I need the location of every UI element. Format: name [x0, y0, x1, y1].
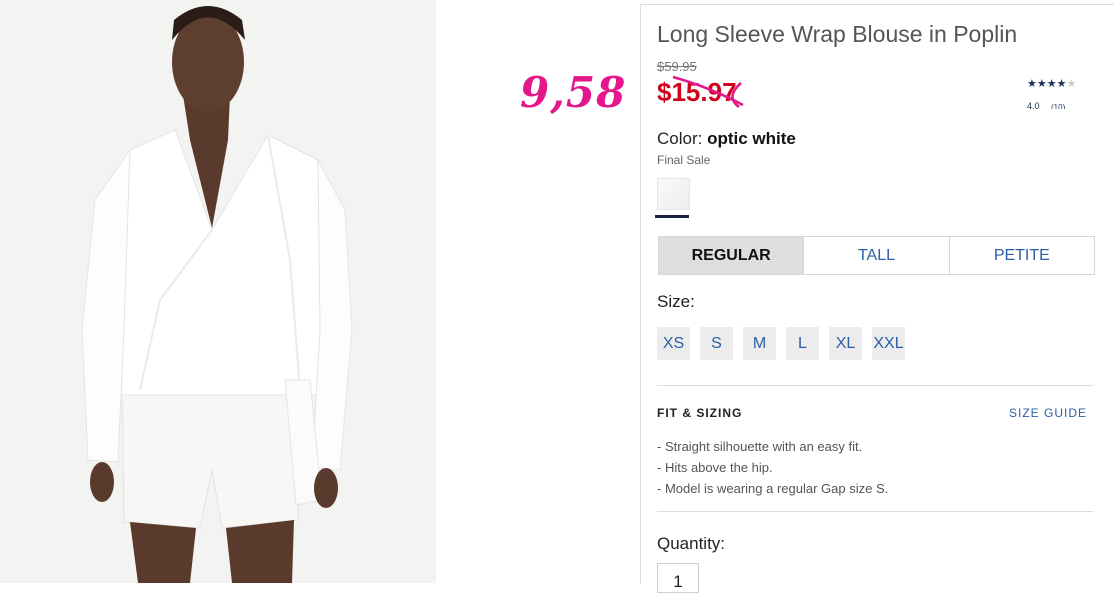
fit-sizing-heading: FIT & SIZING: [657, 406, 743, 420]
product-rating[interactable]: ★★★★★ 4.0 (10): [1027, 77, 1097, 111]
product-title: Long Sleeve Wrap Blouse in Poplin: [657, 21, 1018, 47]
fit-tab-tall[interactable]: TALL: [803, 237, 948, 274]
size-button-xxl[interactable]: XXL: [872, 327, 905, 360]
selected-swatch-indicator: [655, 215, 689, 218]
color-label: Color:: [657, 129, 703, 148]
color-value: optic white: [707, 129, 796, 148]
color-selection-label: Color: optic white: [657, 129, 796, 149]
fit-tab-regular[interactable]: REGULAR: [659, 237, 804, 274]
list-item: Straight silhouette with an easy fit.: [657, 436, 888, 457]
size-button-s[interactable]: S: [700, 327, 733, 360]
size-button-xl[interactable]: XL: [829, 327, 862, 360]
rating-value: 4.0: [1027, 101, 1040, 111]
size-guide-link[interactable]: SIZE GUIDE: [1009, 406, 1087, 420]
pink-strikethrough-mark: [672, 75, 744, 109]
final-sale-note: Final Sale: [657, 153, 711, 167]
size-button-m[interactable]: M: [743, 327, 776, 360]
divider: [657, 385, 1093, 386]
fit-tab-petite[interactable]: PETITE: [948, 237, 1094, 274]
size-button-xs[interactable]: XS: [657, 327, 690, 360]
size-button-l[interactable]: L: [786, 327, 819, 360]
handwritten-price-annotation: 9,58: [520, 68, 627, 117]
quantity-label: Quantity:: [657, 534, 726, 553]
list-item: Model is wearing a regular Gap size S.: [657, 478, 888, 499]
model-photo-illustration: [0, 0, 436, 583]
rating-stars-icon: ★★★★★: [1027, 78, 1077, 90]
fit-type-selector: REGULAR TALL PETITE: [658, 236, 1095, 275]
fit-details-list: Straight silhouette with an easy fit. Hi…: [657, 436, 888, 499]
divider: [657, 511, 1093, 512]
quantity-input[interactable]: 1: [657, 563, 699, 593]
list-item: Hits above the hip.: [657, 457, 888, 478]
review-count[interactable]: (10): [1051, 103, 1065, 109]
size-options: XS S M L XL XXL: [657, 327, 905, 360]
size-label: Size:: [657, 292, 695, 311]
product-image[interactable]: [0, 0, 436, 583]
product-details-panel: Long Sleeve Wrap Blouse in Poplin $59.95…: [640, 4, 1114, 593]
color-swatch-optic-white[interactable]: [657, 178, 690, 210]
